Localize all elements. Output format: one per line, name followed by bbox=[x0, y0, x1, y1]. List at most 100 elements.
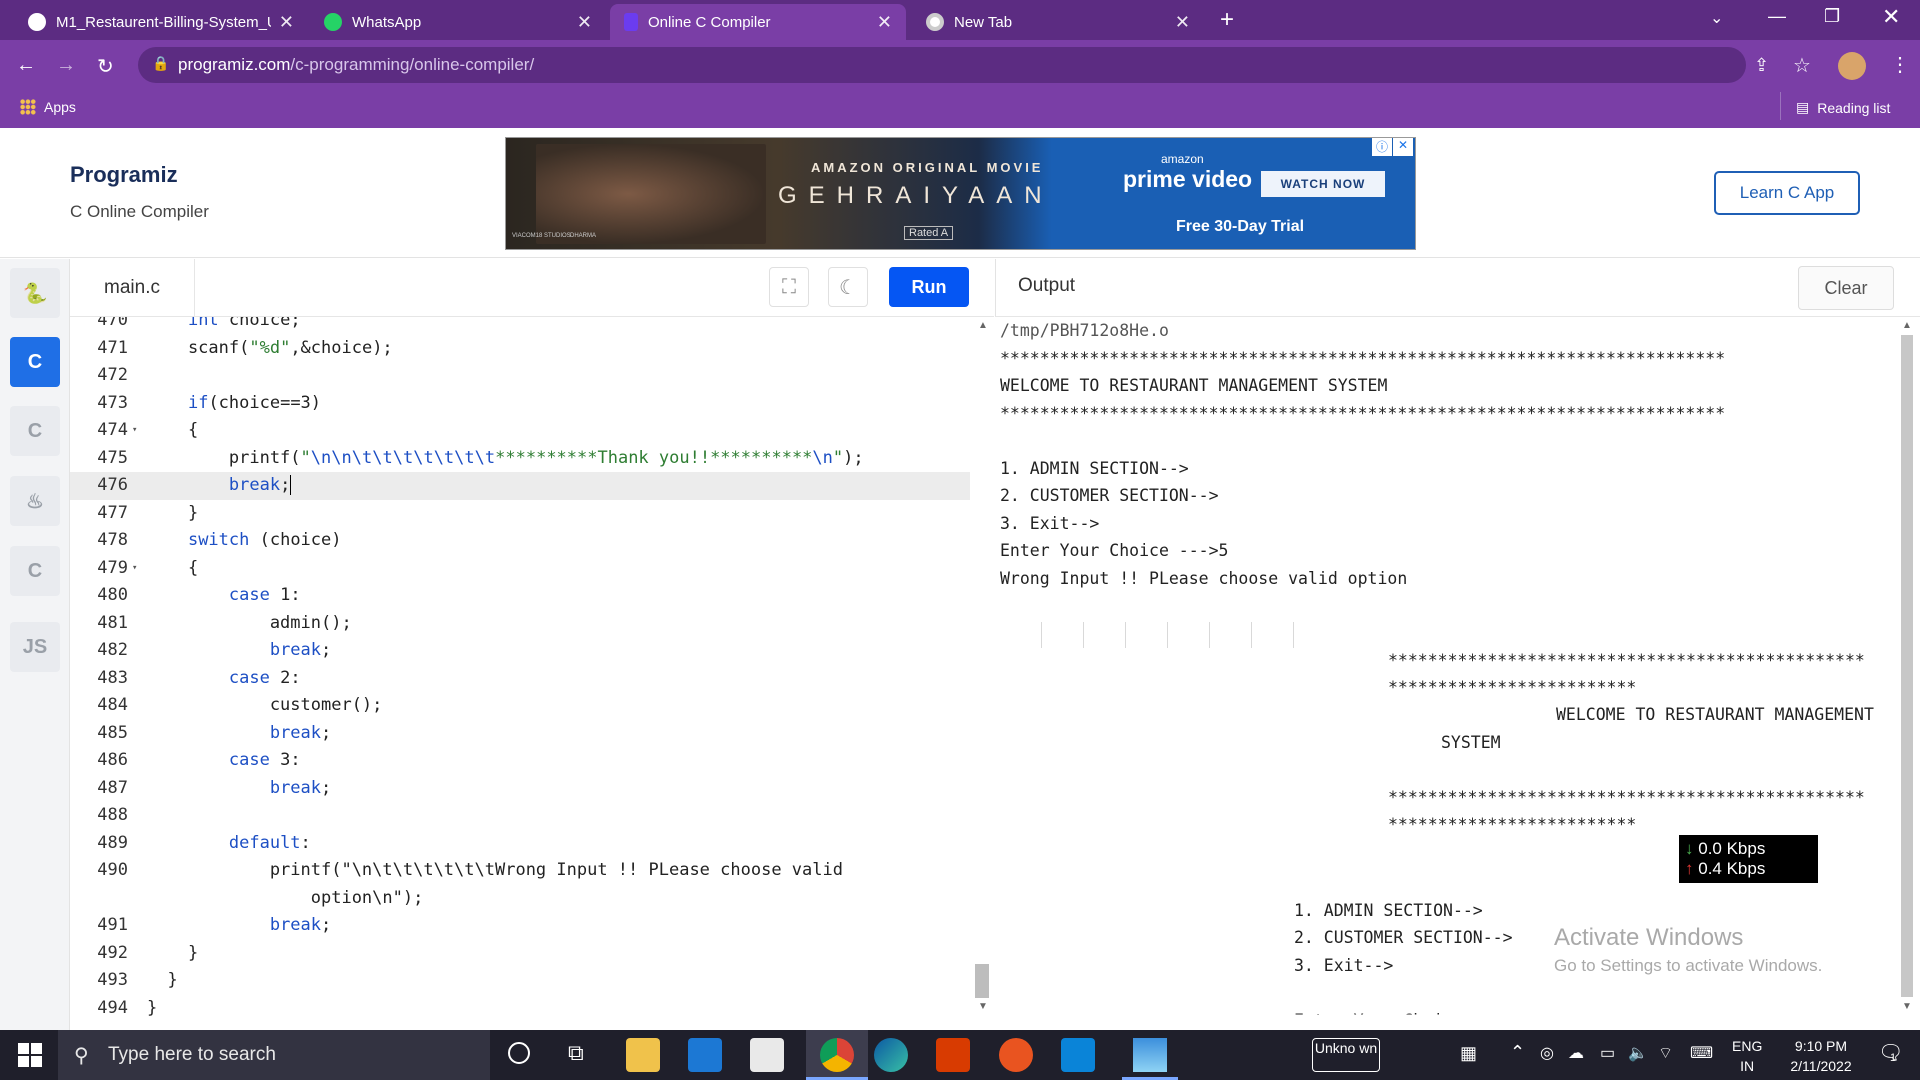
address-bar[interactable]: 🔒 programiz.com/c-programming/online-com… bbox=[138, 47, 1746, 83]
browser-tab-compiler[interactable]: Online C Compiler ✕ bbox=[610, 4, 906, 40]
menu-kebab-icon[interactable]: ⋮ bbox=[1890, 52, 1910, 77]
browser-tab-github[interactable]: M1_Restaurent-Billing-System_U ✕ bbox=[14, 4, 308, 40]
cortana-icon[interactable] bbox=[508, 1042, 530, 1064]
restore-icon[interactable]: ❐ bbox=[1824, 6, 1840, 27]
file-explorer-icon[interactable] bbox=[626, 1038, 660, 1072]
profile-avatar[interactable] bbox=[1838, 52, 1866, 80]
volume-icon[interactable]: 🔈 bbox=[1628, 1043, 1648, 1063]
onedrive-cloud-icon[interactable]: ☁ bbox=[1568, 1043, 1584, 1063]
windows-start-icon[interactable] bbox=[18, 1043, 42, 1067]
code-line[interactable]: 488 bbox=[70, 802, 970, 830]
code-line[interactable]: 485 break; bbox=[70, 720, 970, 748]
code-line[interactable]: 490 printf("\n\t\t\t\t\t\tWrong Input !!… bbox=[70, 857, 970, 885]
editor-scroll-thumb[interactable] bbox=[975, 964, 989, 998]
file-tab-main-c[interactable]: main.c bbox=[70, 259, 195, 317]
close-window-icon[interactable]: ✕ bbox=[1882, 4, 1900, 30]
ad-close-icon[interactable]: ✕ bbox=[1393, 138, 1413, 156]
taskbar-unknown-widget[interactable]: Unkno wn bbox=[1312, 1038, 1380, 1072]
scroll-down-arrow-icon[interactable]: ▼ bbox=[978, 1001, 988, 1012]
dark-mode-moon-icon[interactable]: ☾ bbox=[828, 267, 868, 307]
battery-icon[interactable]: ▭ bbox=[1600, 1043, 1615, 1063]
close-tab-icon[interactable]: ✕ bbox=[1175, 12, 1190, 33]
share-icon[interactable]: ⇪ bbox=[1754, 55, 1769, 76]
reading-list[interactable]: ▤ Reading list bbox=[1796, 99, 1890, 116]
code-line[interactable]: 471 scanf("%d",&choice); bbox=[70, 335, 970, 363]
python-file-icon[interactable] bbox=[750, 1038, 784, 1072]
fold-arrow-icon[interactable]: ▾ bbox=[132, 555, 137, 583]
code-line[interactable]: 481 admin(); bbox=[70, 610, 970, 638]
editor-scrollbar[interactable]: ▲ ▼ bbox=[975, 317, 991, 1017]
forward-arrow-icon[interactable]: → bbox=[56, 54, 76, 77]
scroll-down-arrow-icon[interactable]: ▼ bbox=[1902, 1001, 1912, 1012]
wifi-icon[interactable]: ⌔ bbox=[1658, 1043, 1673, 1063]
code-line[interactable]: 473 if(choice==3) bbox=[70, 390, 970, 418]
run-button[interactable]: Run bbox=[889, 267, 969, 307]
code-line[interactable]: 487 break; bbox=[70, 775, 970, 803]
fullscreen-icon[interactable]: ⛶ bbox=[769, 267, 809, 307]
programiz-logo[interactable]: Programiz bbox=[70, 162, 178, 188]
tab-search-chevron-icon[interactable]: ⌄ bbox=[1710, 8, 1723, 28]
touch-keyboard-icon[interactable]: ⌨ bbox=[1690, 1043, 1713, 1063]
code-line[interactable]: 491 break; bbox=[70, 912, 970, 940]
code-line[interactable]: option\n"); bbox=[70, 885, 970, 913]
ad-watch-button[interactable]: WATCH NOW bbox=[1261, 171, 1385, 197]
python-icon[interactable]: 🐍 bbox=[10, 268, 60, 318]
javascript-icon[interactable]: JS bbox=[10, 622, 60, 672]
code-line[interactable]: 475 printf("\n\n\t\t\t\t\t\t\t**********… bbox=[70, 445, 970, 473]
close-tab-icon[interactable]: ✕ bbox=[877, 12, 892, 33]
ubuntu-icon[interactable] bbox=[999, 1038, 1033, 1072]
show-hidden-icons-chevron[interactable]: ⌃ bbox=[1510, 1042, 1525, 1063]
code-line[interactable]: 493 } bbox=[70, 967, 970, 995]
fold-arrow-icon[interactable]: ▾ bbox=[132, 417, 137, 445]
output-scrollbar[interactable]: ▲ ▼ bbox=[1900, 317, 1914, 1017]
minimize-icon[interactable]: — bbox=[1768, 6, 1786, 27]
scroll-up-arrow-icon[interactable]: ▲ bbox=[1902, 320, 1912, 331]
taskbar-search-box[interactable]: ⚲ Type here to search bbox=[58, 1030, 490, 1080]
code-line[interactable]: 480 case 1: bbox=[70, 582, 970, 610]
code-line-active[interactable]: 476 break; bbox=[70, 472, 970, 500]
code-line[interactable]: 492 } bbox=[70, 940, 970, 968]
close-tab-icon[interactable]: ✕ bbox=[577, 12, 592, 33]
c-language-icon[interactable]: C bbox=[10, 337, 60, 387]
code-line[interactable]: 474 ▾ { bbox=[70, 417, 970, 445]
browser-tab-newtab[interactable]: New Tab ✕ bbox=[912, 4, 1204, 40]
bookmark-star-icon[interactable]: ☆ bbox=[1793, 53, 1811, 78]
new-tab-plus-icon[interactable]: + bbox=[1220, 6, 1234, 34]
taskbar-chrome-active[interactable] bbox=[806, 1030, 868, 1080]
code-line[interactable]: 486 case 3: bbox=[70, 747, 970, 775]
mail-icon[interactable] bbox=[688, 1038, 722, 1072]
code-line[interactable]: 472 bbox=[70, 362, 970, 390]
csharp-icon[interactable]: C bbox=[10, 546, 60, 596]
code-line[interactable]: 478 switch (choice) bbox=[70, 527, 970, 555]
code-line[interactable]: 483 case 2: bbox=[70, 665, 970, 693]
code-line[interactable]: 489 default: bbox=[70, 830, 970, 858]
browser-tab-whatsapp[interactable]: WhatsApp ✕ bbox=[310, 4, 606, 40]
keyboard-layout-icon[interactable]: ▦ bbox=[1460, 1043, 1477, 1064]
office-icon[interactable] bbox=[936, 1038, 970, 1072]
code-line[interactable]: 470 int choice; bbox=[70, 317, 970, 335]
learn-c-app-button[interactable]: Learn C App bbox=[1714, 171, 1860, 215]
code-line[interactable]: 479 ▾ { bbox=[70, 555, 970, 583]
scroll-up-arrow-icon[interactable]: ▲ bbox=[978, 320, 988, 331]
meet-now-icon[interactable]: ◎ bbox=[1540, 1043, 1554, 1063]
edge-icon[interactable] bbox=[874, 1038, 908, 1072]
code-line[interactable]: 482 break; bbox=[70, 637, 970, 665]
code-line[interactable]: 494} bbox=[70, 995, 970, 1023]
close-tab-icon[interactable]: ✕ bbox=[279, 12, 294, 33]
code-line[interactable]: 477 } bbox=[70, 500, 970, 528]
vscode-icon[interactable] bbox=[1061, 1038, 1095, 1072]
clear-button[interactable]: Clear bbox=[1798, 266, 1894, 310]
code-line[interactable]: 484 customer(); bbox=[70, 692, 970, 720]
language-indicator[interactable]: ENG IN bbox=[1732, 1036, 1762, 1076]
output-scroll-thumb[interactable] bbox=[1901, 335, 1913, 997]
cpp-language-icon[interactable]: C bbox=[10, 406, 60, 456]
code-editor[interactable]: 470 int choice; 471 scanf("%d",&choice); 4… bbox=[70, 317, 970, 1030]
back-arrow-icon[interactable]: ← bbox=[16, 54, 36, 77]
java-icon[interactable]: ♨ bbox=[10, 476, 60, 526]
advertisement-banner[interactable]: AMAZON ORIGINAL MOVIE GEHRAIYAAN Rated A… bbox=[505, 137, 1416, 250]
apps-bookmark[interactable]: Apps bbox=[20, 99, 76, 115]
task-view-icon[interactable]: ⧉ bbox=[568, 1040, 584, 1066]
reload-icon[interactable]: ↻ bbox=[97, 54, 114, 79]
taskbar-photos-active[interactable] bbox=[1122, 1030, 1178, 1080]
clock[interactable]: 9:10 PM 2/11/2022 bbox=[1776, 1036, 1866, 1076]
